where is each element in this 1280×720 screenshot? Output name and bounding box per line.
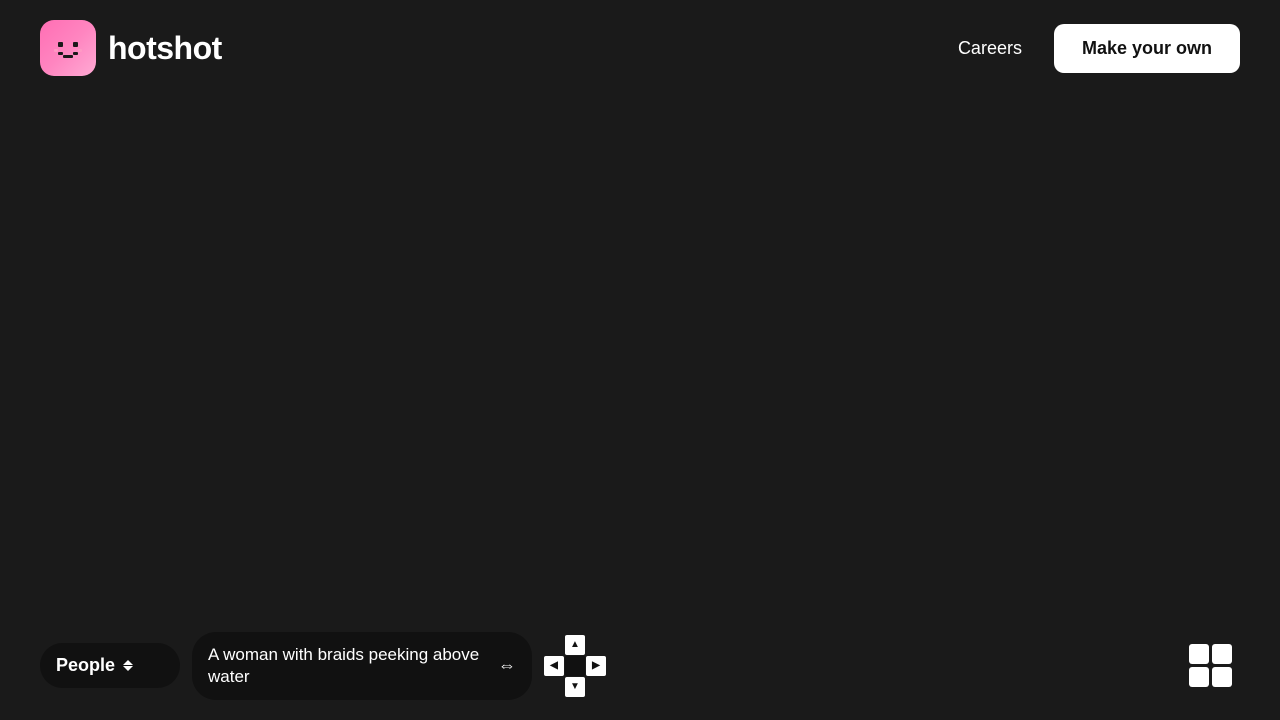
dpad-down-icon: ▼: [570, 681, 580, 692]
dpad-left-button[interactable]: ◀: [544, 656, 564, 676]
dpad-empty-bl: [544, 677, 564, 697]
direction-controls: ▲ ◀ ▶ ▼: [544, 635, 606, 697]
expand-arrows: ⇔: [498, 655, 516, 676]
dpad-empty-br: [586, 677, 606, 697]
header: hotshot Careers Make your own: [0, 0, 1280, 96]
dpad-up-button[interactable]: ▲: [565, 635, 585, 655]
grid-cell-3: [1189, 667, 1209, 687]
brand-name: hotshot: [108, 30, 222, 67]
chevron-down-icon: [123, 666, 133, 671]
logo-icon[interactable]: [40, 20, 96, 76]
dpad-up-icon: ▲: [570, 639, 580, 650]
category-selector[interactable]: People: [40, 643, 180, 688]
grid-cell-2: [1212, 644, 1232, 664]
category-label: People: [56, 655, 115, 676]
bottom-bar: People A woman with braids peeking above…: [0, 632, 1280, 700]
main-content: [0, 96, 1280, 620]
dpad-empty-tl: [544, 635, 564, 655]
category-chevrons: [123, 660, 133, 671]
dpad-down-button[interactable]: ▼: [565, 677, 585, 697]
dpad-left-icon: ◀: [550, 660, 558, 671]
make-your-own-button[interactable]: Make your own: [1054, 24, 1240, 73]
chevron-up-icon: [123, 660, 133, 665]
grid-cell-1: [1189, 644, 1209, 664]
dpad-right-icon: ▶: [592, 660, 600, 671]
logo-face-svg: [49, 29, 87, 67]
prompt-area[interactable]: A woman with braids peeking above water …: [192, 632, 532, 700]
dpad-right-button[interactable]: ▶: [586, 656, 606, 676]
prompt-text: A woman with braids peeking above water: [208, 644, 486, 688]
expand-icon[interactable]: ⇔: [498, 655, 516, 676]
nav-area: Careers Make your own: [958, 24, 1240, 73]
grid-cell-4: [1212, 667, 1232, 687]
careers-link[interactable]: Careers: [958, 38, 1022, 59]
dpad-empty-tr: [586, 635, 606, 655]
brand-area: hotshot: [40, 20, 222, 76]
dpad: ▲ ◀ ▶ ▼: [544, 635, 606, 697]
dpad-center: [565, 656, 585, 676]
grid-view-button[interactable]: [1181, 636, 1240, 695]
